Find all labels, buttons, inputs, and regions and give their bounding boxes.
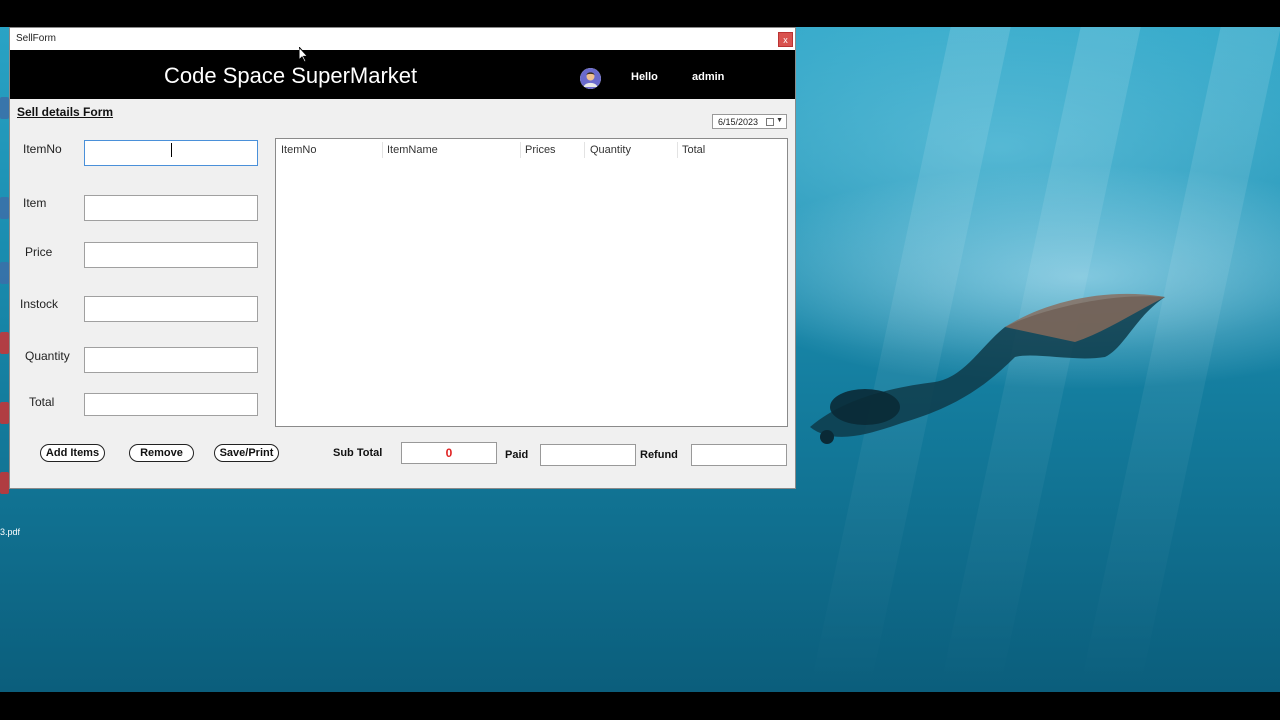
header-bar: Code Space SuperMarket Hello admin bbox=[10, 50, 795, 99]
total-label: Total bbox=[29, 395, 55, 409]
column-separator[interactable] bbox=[520, 142, 521, 158]
sell-form-window: SellForm x Code Space SuperMarket Hello … bbox=[9, 27, 796, 489]
column-header-quantity[interactable]: Quantity bbox=[590, 144, 631, 158]
desktop-file-label[interactable]: 3.pdf bbox=[0, 527, 20, 537]
date-value: 6/15/2023 bbox=[718, 117, 759, 127]
quantity-input[interactable] bbox=[84, 347, 258, 373]
paid-input[interactable] bbox=[540, 444, 636, 466]
pdf-file-icon[interactable] bbox=[0, 332, 9, 354]
instock-input[interactable] bbox=[84, 296, 258, 322]
price-input[interactable] bbox=[84, 242, 258, 268]
add-items-button[interactable]: Add Items bbox=[40, 444, 105, 462]
form-heading: Sell details Form bbox=[17, 105, 114, 119]
paid-label: Paid bbox=[505, 449, 529, 461]
desktop-shortcut-icon[interactable] bbox=[0, 97, 9, 119]
close-button[interactable]: x bbox=[778, 32, 793, 47]
price-label: Price bbox=[25, 245, 53, 259]
app-title: Code Space SuperMarket bbox=[164, 63, 418, 88]
item-label: Item bbox=[23, 196, 47, 210]
title-bar[interactable]: SellForm x bbox=[10, 28, 795, 50]
diver-image bbox=[810, 293, 1165, 444]
window-title: SellForm bbox=[16, 33, 57, 44]
username-label: admin bbox=[692, 71, 725, 83]
column-header-prices[interactable]: Prices bbox=[525, 144, 556, 158]
subtotal-value: 0 bbox=[445, 446, 453, 460]
column-separator[interactable] bbox=[677, 142, 678, 158]
subtotal-label: Sub Total bbox=[333, 447, 383, 459]
items-grid[interactable]: ItemNo ItemName Prices Quantity Total bbox=[275, 138, 788, 427]
greeting-label: Hello bbox=[631, 71, 658, 83]
text-caret bbox=[171, 143, 172, 157]
refund-label: Refund bbox=[640, 449, 678, 461]
subtotal-field: 0 bbox=[401, 442, 497, 464]
total-input[interactable] bbox=[84, 393, 258, 416]
date-picker[interactable]: 6/15/2023 ▼ bbox=[712, 114, 787, 129]
item-input[interactable] bbox=[84, 195, 258, 221]
column-header-itemno[interactable]: ItemNo bbox=[281, 144, 316, 158]
instock-label: Instock bbox=[20, 297, 59, 311]
column-header-total[interactable]: Total bbox=[682, 144, 705, 158]
pdf-file-icon[interactable] bbox=[0, 472, 9, 494]
chevron-down-icon: ▼ bbox=[776, 117, 783, 124]
mouse-pointer-icon bbox=[299, 47, 309, 63]
remove-button[interactable]: Remove bbox=[129, 444, 194, 462]
pdf-file-icon[interactable] bbox=[0, 402, 9, 424]
itemno-label: ItemNo bbox=[23, 142, 62, 156]
quantity-label: Quantity bbox=[25, 349, 70, 363]
column-separator[interactable] bbox=[382, 142, 383, 158]
desktop-shortcut-icon[interactable] bbox=[0, 262, 9, 284]
desktop-shortcut-icon[interactable] bbox=[0, 197, 9, 219]
refund-input[interactable] bbox=[691, 444, 787, 466]
column-separator[interactable] bbox=[584, 142, 585, 158]
column-header-itemname[interactable]: ItemName bbox=[387, 144, 438, 158]
calendar-icon bbox=[766, 118, 774, 126]
save-print-button[interactable]: Save/Print bbox=[214, 444, 279, 462]
avatar-icon bbox=[580, 68, 601, 89]
